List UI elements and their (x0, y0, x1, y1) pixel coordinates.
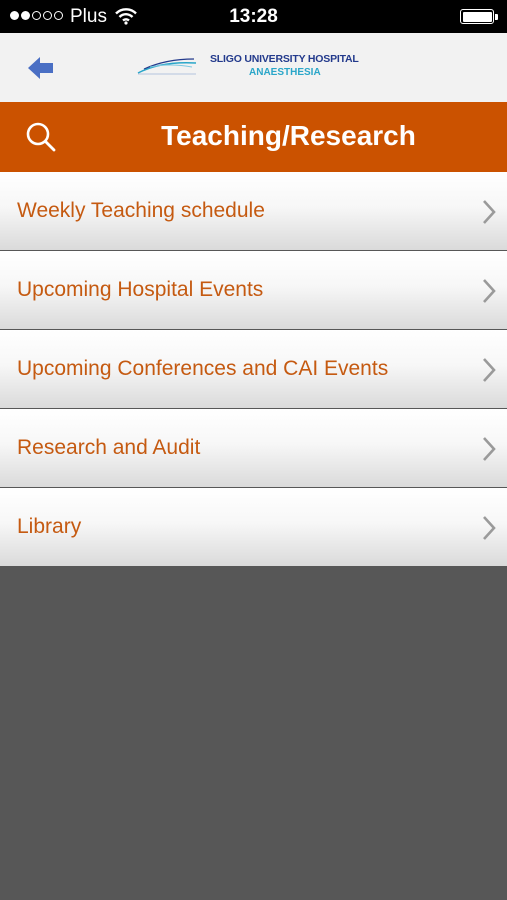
menu-item-label: Library (17, 515, 82, 538)
page-title: Teaching/Research (161, 120, 416, 151)
back-arrow-icon[interactable] (26, 55, 56, 81)
chevron-right-icon (483, 437, 496, 461)
chevron-right-icon (483, 279, 496, 303)
menu-item-weekly-teaching-schedule[interactable]: Weekly Teaching schedule (0, 172, 507, 250)
chevron-right-icon (483, 200, 496, 224)
menu-item-library[interactable]: Library (0, 488, 507, 566)
status-bar: Plus 13:28 (0, 0, 507, 33)
status-time: 13:28 (229, 6, 278, 27)
menu-item-research-and-audit[interactable]: Research and Audit (0, 409, 507, 487)
menu-item-label: Weekly Teaching schedule (17, 199, 265, 222)
battery-icon (460, 9, 498, 24)
hospital-logo-icon (137, 58, 197, 75)
menu-item-label: Upcoming Conferences and CAI Events (17, 357, 389, 380)
logo-subtitle: ANAESTHESIA (249, 67, 321, 78)
menu-item-label: Upcoming Hospital Events (17, 278, 264, 301)
logo-title: SLIGO UNIVERSITY HOSPITAL (210, 53, 359, 65)
app-header: SLIGO UNIVERSITY HOSPITAL ANAESTHESIA (0, 33, 507, 102)
menu-item-upcoming-conferences[interactable]: Upcoming Conferences and CAI Events (0, 330, 507, 408)
menu-list: Weekly Teaching schedule Upcoming Hospit… (0, 172, 507, 567)
title-bar: Teaching/Research (0, 102, 507, 172)
menu-item-label: Research and Audit (17, 436, 201, 459)
chevron-right-icon (483, 516, 496, 540)
menu-item-upcoming-hospital-events[interactable]: Upcoming Hospital Events (0, 251, 507, 329)
chevron-right-icon (483, 358, 496, 382)
